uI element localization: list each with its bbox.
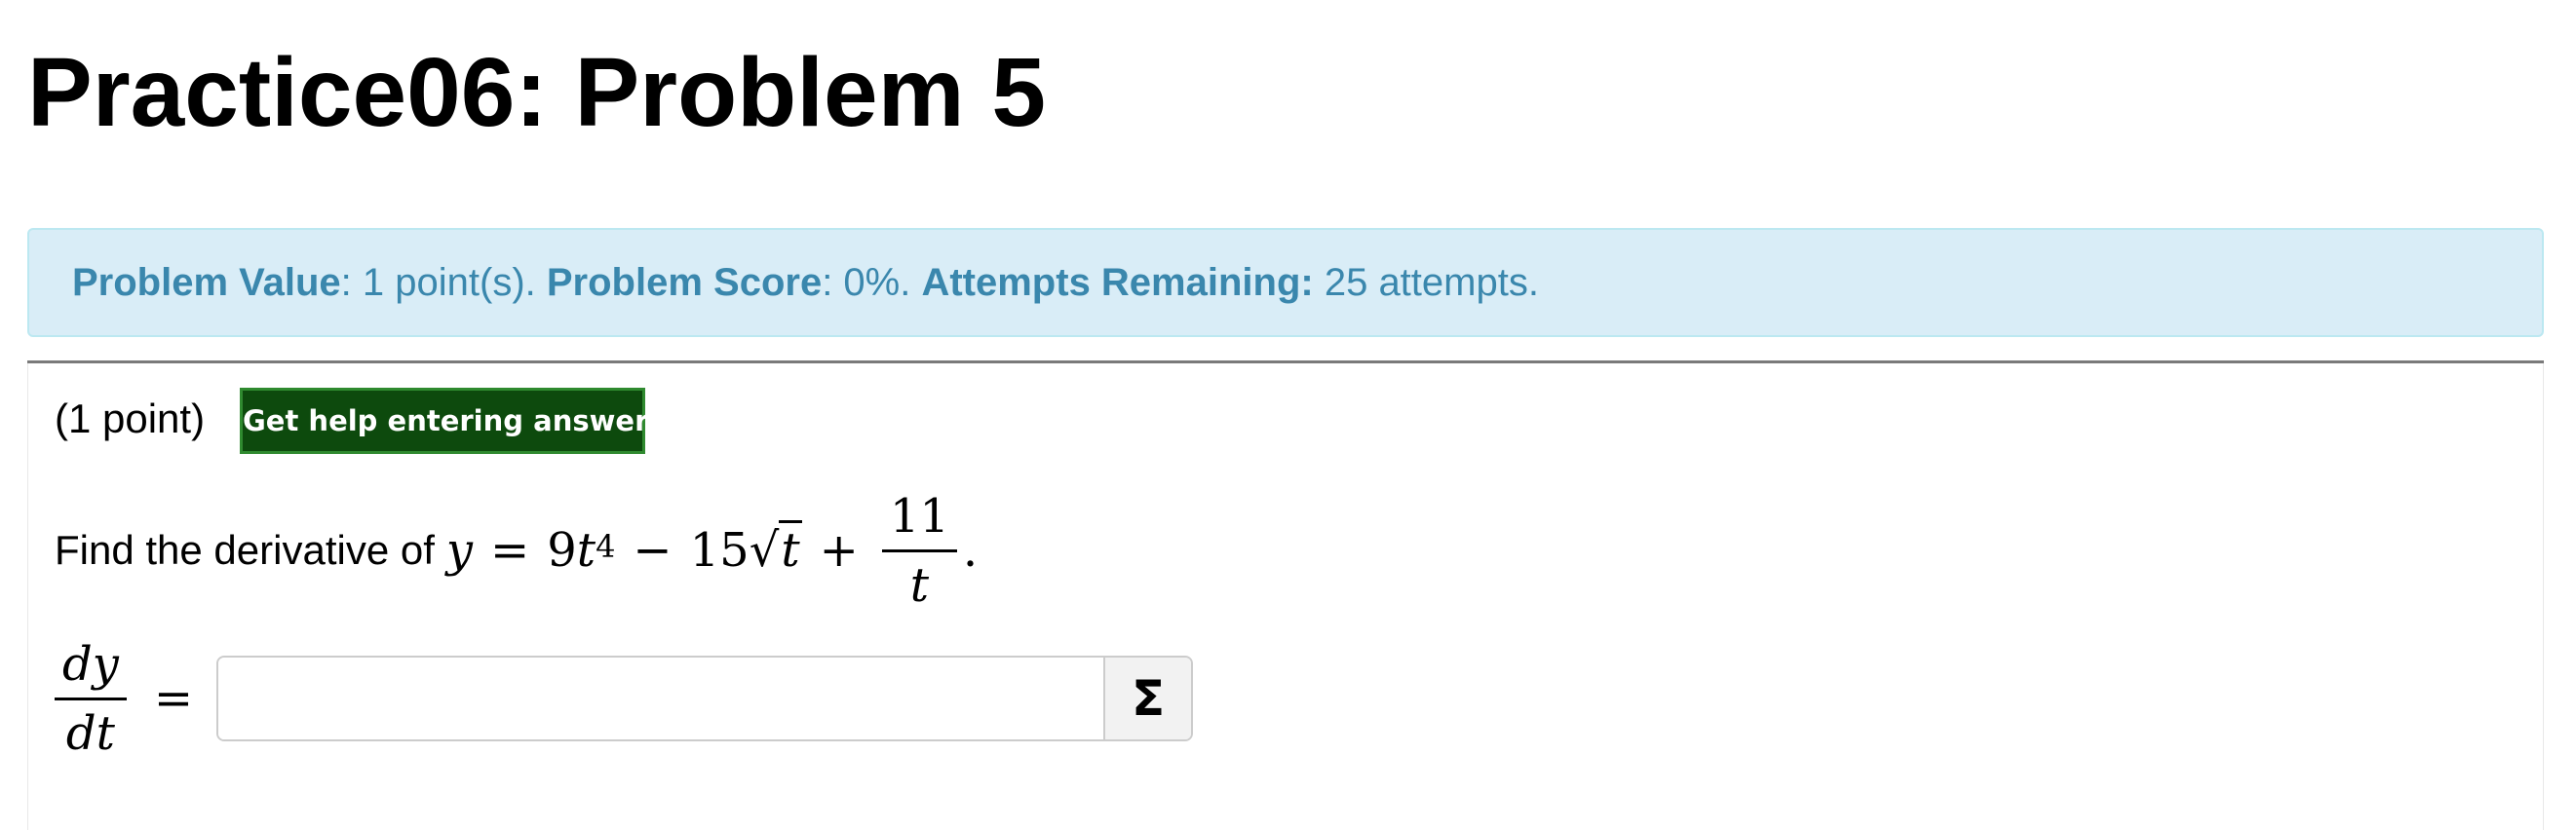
equation-lhs: y bbox=[445, 523, 473, 578]
equation-fraction: 11 t bbox=[881, 489, 957, 613]
fraction-denominator: t bbox=[909, 557, 930, 613]
problem-value-text: : 1 point(s). bbox=[340, 261, 547, 304]
problem-question: Find the derivative of y = 9t4 − 15 √t + … bbox=[55, 489, 978, 613]
equation-period: . bbox=[962, 523, 979, 578]
term1-exponent: 4 bbox=[596, 528, 616, 565]
radical-sign: √ bbox=[749, 523, 780, 578]
equation-plus: + bbox=[819, 523, 859, 578]
answer-input[interactable] bbox=[218, 658, 1104, 739]
problem-score-label: Problem Score bbox=[546, 261, 823, 304]
question-text: Find the derivative of bbox=[55, 527, 435, 573]
answer-equals: = bbox=[153, 671, 194, 726]
answer-input-group: Σ bbox=[216, 656, 1194, 741]
equation-minus: − bbox=[633, 523, 673, 578]
equation-equals: = bbox=[490, 523, 530, 578]
derivative-symbol: dy dt bbox=[55, 637, 127, 761]
term1-coefficient: 9 bbox=[547, 523, 577, 578]
problem-points: (1 point) bbox=[55, 396, 206, 441]
problem-page: Practice06: Problem 5 Problem Value: 1 p… bbox=[0, 0, 2576, 830]
problem-score-text: : 0%. bbox=[822, 261, 922, 304]
sigma-icon[interactable]: Σ bbox=[1103, 658, 1192, 739]
derivative-denominator: dt bbox=[65, 705, 115, 761]
problem-info-box: Problem Value: 1 point(s). Problem Score… bbox=[27, 228, 2544, 337]
radicand: t bbox=[779, 520, 802, 578]
term2-coefficient: 15 bbox=[689, 523, 750, 578]
help-entering-answers-button[interactable]: Get help entering answers bbox=[240, 388, 666, 454]
answer-row: dy dt = Σ bbox=[55, 635, 1194, 762]
attempts-remaining-text: 25 attempts. bbox=[1313, 261, 1539, 304]
fraction-numerator: 11 bbox=[881, 489, 957, 552]
square-root: √t bbox=[749, 520, 802, 578]
term1-variable: t bbox=[576, 523, 596, 578]
derivative-numerator: dy bbox=[55, 637, 127, 700]
attempts-remaining-label: Attempts Remaining: bbox=[921, 261, 1314, 304]
page-title: Practice06: Problem 5 bbox=[27, 38, 1046, 147]
problem-value-label: Problem Value bbox=[72, 261, 341, 304]
question-equation: y = 9t4 − 15 √t + 11 t . bbox=[446, 489, 978, 613]
